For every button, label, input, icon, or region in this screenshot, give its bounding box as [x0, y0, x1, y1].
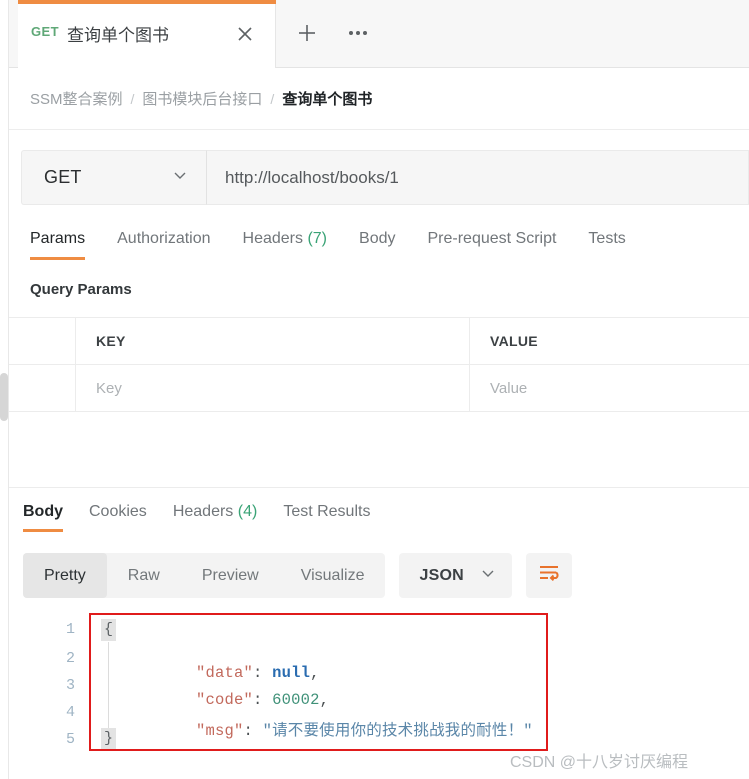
- response-tabs: Body Cookies Headers (4) Test Results: [9, 497, 749, 541]
- tab-body-label: Body: [359, 230, 396, 247]
- url-bar: GET http://localhost/books/1: [9, 130, 749, 222]
- close-icon[interactable]: [231, 20, 259, 48]
- tab-bar: GET 查询单个图书: [9, 0, 749, 68]
- response-tab-cookies[interactable]: Cookies: [89, 497, 147, 532]
- response-format-value: JSON: [419, 566, 464, 584]
- tab-body[interactable]: Body: [359, 222, 395, 260]
- view-mode-pretty[interactable]: Pretty: [23, 553, 107, 598]
- left-edge-strip: [0, 0, 9, 779]
- word-wrap-icon: [537, 562, 561, 589]
- response-tab-headers-count: (4): [237, 503, 258, 520]
- query-params-table: KEY VALUE Key Value: [9, 317, 749, 412]
- http-method-select[interactable]: GET: [21, 150, 206, 205]
- tab-authorization[interactable]: Authorization: [117, 222, 210, 260]
- response-tab-headers-label: Headers: [172, 503, 234, 520]
- breadcrumb-item-current: 查询单个图书: [282, 91, 373, 108]
- row-checkbox-cell[interactable]: [9, 365, 76, 411]
- response-format-select[interactable]: JSON: [399, 553, 512, 598]
- breadcrumb-separator: /: [270, 90, 275, 107]
- tab-params[interactable]: Params: [30, 222, 86, 260]
- response-tab-headers[interactable]: Headers (4): [173, 497, 258, 532]
- view-mode-visualize[interactable]: Visualize: [280, 553, 386, 598]
- plus-icon[interactable]: [292, 18, 322, 48]
- response-tab-cookies-label: Cookies: [89, 503, 147, 520]
- query-params-title: Query Params: [30, 281, 132, 298]
- tab-headers[interactable]: Headers (7): [243, 222, 328, 260]
- breadcrumb-item-collection[interactable]: SSM整合案例: [30, 88, 123, 109]
- view-mode-preview[interactable]: Preview: [181, 553, 280, 598]
- response-tab-body-label: Body: [23, 503, 63, 520]
- key-input[interactable]: Key: [96, 380, 122, 397]
- response-tab-body[interactable]: Body: [23, 497, 63, 532]
- column-header-value: VALUE: [490, 333, 538, 349]
- tab-pre-request-script[interactable]: Pre-request Script: [427, 222, 556, 260]
- active-tab-accent-bar: [18, 0, 276, 4]
- tab-title-label: 查询单个图书: [67, 26, 169, 45]
- line-number: 3: [65, 677, 75, 694]
- response-format-toolbar: Pretty Raw Preview Visualize JSON: [23, 553, 572, 598]
- chevron-down-icon: [480, 565, 496, 586]
- tab-authorization-label: Authorization: [117, 230, 211, 247]
- http-method-value: GET: [44, 167, 82, 187]
- json-line-msg: "msg": "请不要使用你的技术挑战我的耐性！": [101, 700, 533, 758]
- line-number-gutter: 1 2 3 4 5: [9, 610, 87, 760]
- view-mode-group: Pretty Raw Preview Visualize: [23, 553, 386, 598]
- select-all-checkbox-cell[interactable]: [9, 318, 76, 364]
- tab-tests[interactable]: Tests: [588, 222, 625, 260]
- chevron-down-icon: [172, 167, 188, 188]
- request-tabs: Params Authorization Headers (7) Body Pr…: [9, 222, 749, 270]
- response-tab-test-results[interactable]: Test Results: [283, 497, 370, 532]
- column-header-key: KEY: [96, 333, 126, 349]
- tab-pre-request-script-label: Pre-request Script: [427, 230, 557, 247]
- response-body-viewer[interactable]: 1 2 3 4 5 { } "data": null, "code": 6000…: [9, 610, 749, 760]
- table-row: Key Value: [9, 365, 749, 412]
- table-header-row: KEY VALUE: [9, 318, 749, 365]
- word-wrap-toggle[interactable]: [525, 553, 572, 598]
- json-key-msg: "msg": [196, 722, 244, 740]
- breadcrumb-separator: /: [130, 90, 135, 107]
- ellipsis-icon[interactable]: [342, 20, 374, 46]
- tab-params-label: Params: [30, 230, 86, 247]
- line-number: 5: [65, 731, 75, 748]
- line-number: 2: [65, 650, 75, 667]
- watermark: CSDN @十八岁讨厌编程: [510, 754, 689, 771]
- tab-headers-count: (7): [307, 230, 328, 247]
- view-mode-raw[interactable]: Raw: [107, 553, 181, 598]
- line-number: 1: [65, 621, 75, 638]
- tab-tests-label: Tests: [588, 230, 626, 247]
- fold-widget-open[interactable]: {: [101, 619, 116, 641]
- vertical-scrollbar-thumb[interactable]: [0, 373, 8, 421]
- url-input[interactable]: http://localhost/books/1: [206, 150, 749, 205]
- line-number: 4: [65, 704, 75, 721]
- breadcrumb: SSM整合案例 / 图书模块后台接口 / 查询单个图书: [9, 68, 749, 130]
- json-value-msg: "请不要使用你的技术挑战我的耐性！": [262, 722, 533, 740]
- value-input[interactable]: Value: [490, 380, 527, 397]
- tab-method-label: GET: [31, 24, 59, 39]
- tab-headers-label: Headers: [242, 230, 303, 247]
- response-divider: [9, 487, 749, 488]
- postman-window: GET 查询单个图书 SSM整合案例 / 图书模块后台接口 / 查询单个图书 G…: [0, 0, 749, 779]
- response-tab-test-results-label: Test Results: [283, 503, 371, 520]
- breadcrumb-item-folder[interactable]: 图书模块后台接口: [142, 88, 262, 109]
- json-colon: :: [243, 722, 263, 740]
